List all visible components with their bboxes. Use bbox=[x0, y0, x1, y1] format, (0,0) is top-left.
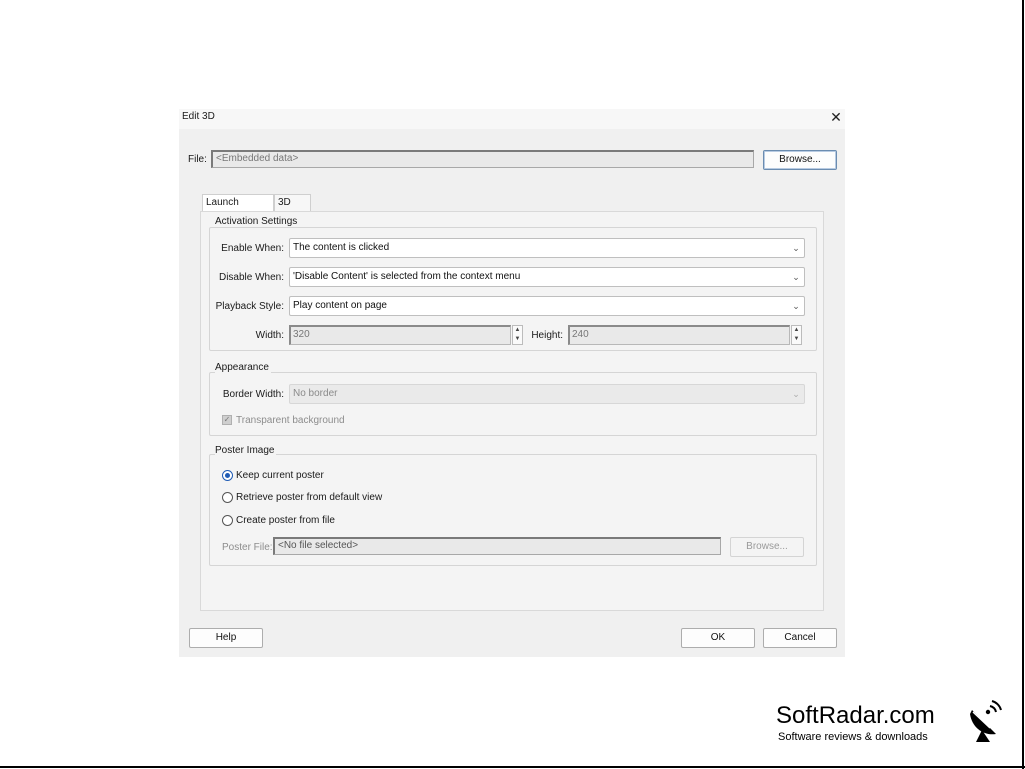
width-input[interactable]: 320 bbox=[289, 325, 511, 345]
transparent-background-checkbox[interactable]: ✓ bbox=[222, 415, 232, 425]
file-path-field: <Embedded data> bbox=[211, 150, 754, 168]
keep-current-poster-label: Keep current poster bbox=[236, 470, 324, 481]
poster-image-title: Poster Image bbox=[215, 445, 277, 456]
enable-when-label: Enable When: bbox=[221, 243, 284, 254]
tab-launch-settings[interactable]: Launch Settings bbox=[202, 194, 274, 224]
frame-border-bottom bbox=[0, 766, 1025, 768]
chevron-down-icon: ⌄ bbox=[792, 243, 800, 253]
height-label: Height: bbox=[531, 330, 563, 341]
spin-down-icon[interactable]: ▼ bbox=[792, 335, 801, 344]
satellite-dish-icon bbox=[970, 700, 1002, 742]
border-width-value: No border bbox=[293, 388, 338, 399]
radio-keep-current-poster[interactable] bbox=[222, 470, 233, 481]
close-icon[interactable]: ✕ bbox=[827, 109, 845, 127]
spin-up-icon[interactable]: ▲ bbox=[792, 326, 801, 335]
activation-settings-title: Activation Settings bbox=[215, 216, 300, 227]
chevron-down-icon: ⌄ bbox=[792, 301, 800, 311]
spin-down-icon[interactable]: ▼ bbox=[513, 335, 522, 344]
edit-3d-dialog: Edit 3D ✕ File: <Embedded data> Browse..… bbox=[179, 109, 845, 657]
radio-retrieve-poster[interactable] bbox=[222, 492, 233, 503]
transparent-background-label: Transparent background bbox=[236, 415, 345, 426]
brand-name: SoftRadar.com bbox=[776, 702, 935, 729]
disable-when-select[interactable]: 'Disable Content' is selected from the c… bbox=[289, 267, 805, 287]
enable-when-value: The content is clicked bbox=[293, 242, 390, 253]
spin-up-icon[interactable]: ▲ bbox=[513, 326, 522, 335]
chevron-down-icon: ⌄ bbox=[792, 389, 800, 399]
radio-create-poster-from-file[interactable] bbox=[222, 515, 233, 526]
disable-when-label: Disable When: bbox=[218, 272, 284, 283]
poster-browse-button[interactable]: Browse... bbox=[730, 537, 804, 557]
width-label: Width: bbox=[255, 330, 284, 341]
height-stepper[interactable]: ▲ ▼ bbox=[791, 325, 802, 345]
playback-style-label: Playback Style: bbox=[215, 301, 284, 312]
disable-when-value: 'Disable Content' is selected from the c… bbox=[293, 271, 521, 282]
frame-border-right bbox=[1022, 0, 1024, 769]
cancel-button[interactable]: Cancel bbox=[763, 628, 837, 648]
poster-file-label: Poster File: bbox=[222, 542, 273, 553]
dialog-titlebar: Edit 3D ✕ bbox=[179, 109, 845, 129]
retrieve-poster-label: Retrieve poster from default view bbox=[236, 492, 383, 503]
ok-button[interactable]: OK bbox=[681, 628, 755, 648]
width-stepper[interactable]: ▲ ▼ bbox=[512, 325, 523, 345]
softradar-watermark: SoftRadar.com Software reviews & downloa… bbox=[776, 700, 1006, 746]
playback-style-value: Play content on page bbox=[293, 300, 387, 311]
brand-tagline: Software reviews & downloads bbox=[778, 731, 928, 743]
border-width-select[interactable]: No border ⌄ bbox=[289, 384, 805, 404]
height-input[interactable]: 240 bbox=[568, 325, 790, 345]
poster-file-field: <No file selected> bbox=[273, 537, 721, 555]
browse-button[interactable]: Browse... bbox=[763, 150, 837, 170]
appearance-group bbox=[209, 372, 817, 436]
playback-style-select[interactable]: Play content on page ⌄ bbox=[289, 296, 805, 316]
chevron-down-icon: ⌄ bbox=[792, 272, 800, 282]
enable-when-select[interactable]: The content is clicked ⌄ bbox=[289, 238, 805, 258]
tab-3d[interactable]: 3D bbox=[274, 194, 311, 211]
dialog-title: Edit 3D bbox=[182, 111, 215, 122]
appearance-title: Appearance bbox=[215, 362, 271, 373]
help-button[interactable]: Help bbox=[189, 628, 263, 648]
create-poster-label: Create poster from file bbox=[236, 515, 335, 526]
border-width-label: Border Width: bbox=[222, 389, 284, 400]
file-label: File: bbox=[188, 154, 207, 165]
